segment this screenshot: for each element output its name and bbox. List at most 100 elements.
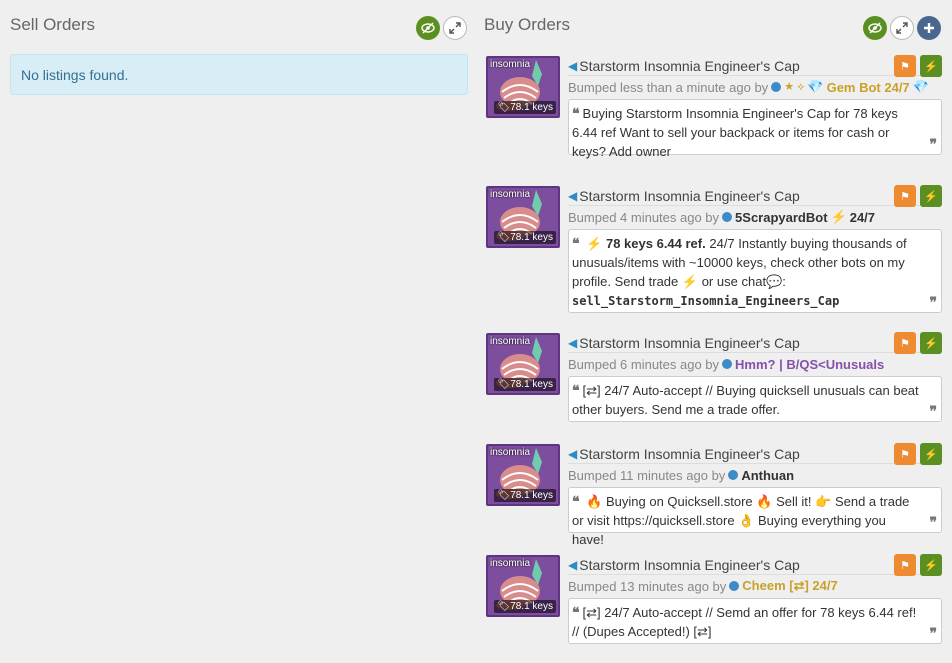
listing-message: ❝ [⇄] 24/7 Auto-accept // Semd an offer f… xyxy=(568,598,942,644)
diamond-icon: 💎 xyxy=(912,79,929,94)
fire-icon: 🔥 xyxy=(586,494,603,509)
flag-icon[interactable]: ⚑ xyxy=(894,332,916,354)
bumped-line: Bumped 13 minutes ago by Cheem [⇄] 24/7 xyxy=(568,578,838,594)
lightning-icon[interactable]: ⚡ xyxy=(920,554,942,576)
flag-icon[interactable]: ⚑ xyxy=(894,55,916,77)
tag-icon: 🏷 xyxy=(497,490,511,501)
flag-icon[interactable]: ⚑ xyxy=(894,185,916,207)
user-link[interactable]: Cheem [⇄] 24/7 xyxy=(742,578,837,594)
eye-slash-icon[interactable] xyxy=(863,16,887,40)
item-image[interactable]: insomnia 🏷78.1 keys xyxy=(486,444,560,506)
chat-bubble-icon: 💬 xyxy=(766,274,783,289)
listing-info: ◀ Starstorm Insomnia Engineer's Cap ⚑ ⚡ … xyxy=(568,554,942,644)
status-dot xyxy=(729,581,740,591)
diamond-icon: 💎 xyxy=(807,79,824,94)
quote-open-icon: ❝ xyxy=(572,105,580,121)
quote-close-icon: ❞ xyxy=(929,136,937,152)
quote-open-icon: ❝ xyxy=(572,235,580,251)
price-tag: 🏷78.1 keys xyxy=(494,489,556,502)
item-image[interactable]: insomnia 🏷78.1 keys xyxy=(486,56,560,118)
effect-label: insomnia xyxy=(490,447,531,458)
listing-title[interactable]: ◀ Starstorm Insomnia Engineer's Cap xyxy=(568,56,942,76)
effect-label: insomnia xyxy=(490,189,531,200)
price-bold: 78 keys 6.44 ref. xyxy=(605,236,706,251)
status-dot xyxy=(722,359,733,369)
arrow-left-icon: ◀ xyxy=(568,188,578,203)
status-dot xyxy=(728,470,739,480)
quote-close-icon: ❞ xyxy=(929,294,937,310)
bumped-line: Bumped 11 minutes ago by Anthuan xyxy=(568,467,795,483)
listing-actions: ⚑ ⚡ xyxy=(894,55,942,77)
listing-info: ◀ Starstorm Insomnia Engineer's Cap ⚑ ⚡ … xyxy=(568,185,942,313)
status-dot xyxy=(722,212,733,222)
user-link[interactable]: Hmm? | B/QS<Unusuals xyxy=(735,357,884,372)
quote-close-icon: ❞ xyxy=(929,514,937,530)
user-link[interactable]: 5ScrapyardBot xyxy=(735,210,827,225)
listing-message: ❝ 🔥 Buying on Quicksell.store 🔥 Sell it!… xyxy=(568,487,942,547)
tag-icon: 🏷 xyxy=(497,379,511,390)
lightning-icon: ⚡ xyxy=(681,274,699,289)
arrow-left-icon: ◀ xyxy=(568,557,578,572)
item-image[interactable]: insomnia 🏷78.1 keys xyxy=(486,555,560,617)
bumped-line: Bumped 6 minutes ago by Hmm? | B/QS<Unus… xyxy=(568,356,885,372)
lightning-icon[interactable]: ⚡ xyxy=(920,185,942,207)
price-tag: 🏷78.1 keys xyxy=(494,600,556,613)
listing-title[interactable]: ◀ Starstorm Insomnia Engineer's Cap xyxy=(568,444,942,464)
listing-message: ❝ [⇄] 24/7 Auto-accept // Buying quicksel… xyxy=(568,376,942,422)
quote-close-icon: ❞ xyxy=(929,403,937,419)
flag-icon[interactable]: ⚑ xyxy=(894,443,916,465)
expand-icon[interactable] xyxy=(890,16,914,40)
plus-icon[interactable] xyxy=(917,16,941,40)
flag-icon[interactable]: ⚑ xyxy=(894,554,916,576)
no-listings-alert: No listings found. xyxy=(10,54,468,95)
listing-info: ◀ Starstorm Insomnia Engineer's Cap ⚑ ⚡ … xyxy=(568,443,942,547)
user-link[interactable]: Gem Bot 24/7 xyxy=(827,80,910,95)
price-tag: 🏷78.1 keys xyxy=(494,378,556,391)
effect-label: insomnia xyxy=(490,336,531,347)
item-image[interactable]: insomnia 🏷78.1 keys xyxy=(486,186,560,248)
bumped-line: Bumped 4 minutes ago by 5ScrapyardBot ⚡ … xyxy=(568,209,876,225)
user-suffix: 24/7 xyxy=(849,209,876,225)
lightning-icon[interactable]: ⚡ xyxy=(920,332,942,354)
price-tag: 🏷78.1 keys xyxy=(494,101,556,114)
listing-actions: ⚑ ⚡ xyxy=(894,443,942,465)
listing-title[interactable]: ◀ Starstorm Insomnia Engineer's Cap xyxy=(568,555,942,575)
sell-orders-controls xyxy=(416,16,467,40)
listing-actions: ⚑ ⚡ xyxy=(894,332,942,354)
effect-label: insomnia xyxy=(490,558,531,569)
bumped-line: Bumped less than a minute ago by ★ ⟡ 💎 G… xyxy=(568,79,929,95)
status-dot xyxy=(771,82,782,92)
eye-slash-icon[interactable] xyxy=(416,16,440,40)
quote-close-icon: ❞ xyxy=(929,625,937,641)
listing-info: ◀ Starstorm Insomnia Engineer's Cap ⚑ ⚡ … xyxy=(568,332,942,422)
buy-orders-title: Buy Orders xyxy=(484,15,570,34)
quote-open-icon: ❝ xyxy=(572,493,580,509)
price-tag: 🏷78.1 keys xyxy=(494,231,556,244)
lightning-icon: ⚡ xyxy=(586,236,603,251)
expand-icon[interactable] xyxy=(443,16,467,40)
user-prefix-deco: ★ ⟡ xyxy=(784,81,805,93)
lightning-icon[interactable]: ⚡ xyxy=(920,443,942,465)
arrow-left-icon: ◀ xyxy=(568,335,578,350)
fire-icon: 🔥 xyxy=(756,494,773,509)
pointing-hand-icon: 👉 xyxy=(815,494,832,509)
lightning-icon: ⚡ xyxy=(830,209,847,224)
tag-icon: 🏷 xyxy=(497,601,511,612)
lightning-icon[interactable]: ⚡ xyxy=(920,55,942,77)
tag-icon: 🏷 xyxy=(497,102,511,113)
listing-title[interactable]: ◀ Starstorm Insomnia Engineer's Cap xyxy=(568,186,942,206)
arrow-left-icon: ◀ xyxy=(568,446,578,461)
listing-info: ◀ Starstorm Insomnia Engineer's Cap ⚑ ⚡ … xyxy=(568,55,942,159)
quote-open-icon: ❝ xyxy=(572,382,580,398)
tag-icon: 🏷 xyxy=(497,232,511,243)
quote-open-icon: ❝ xyxy=(572,604,580,620)
listing-title[interactable]: ◀ Starstorm Insomnia Engineer's Cap xyxy=(568,333,942,353)
user-link[interactable]: Anthuan xyxy=(741,468,794,483)
listing-actions: ⚑ ⚡ xyxy=(894,554,942,576)
buy-orders-controls xyxy=(863,16,941,40)
arrow-left-icon: ◀ xyxy=(568,58,578,73)
listing-actions: ⚑ ⚡ xyxy=(894,185,942,207)
listing-message: ❝ ⚡ 78 keys 6.44 ref. 24/7 Instantly buy… xyxy=(568,229,942,313)
item-image[interactable]: insomnia 🏷78.1 keys xyxy=(486,333,560,395)
chat-command: sell_Starstorm_Insomnia_Engineers_Cap xyxy=(572,294,840,308)
